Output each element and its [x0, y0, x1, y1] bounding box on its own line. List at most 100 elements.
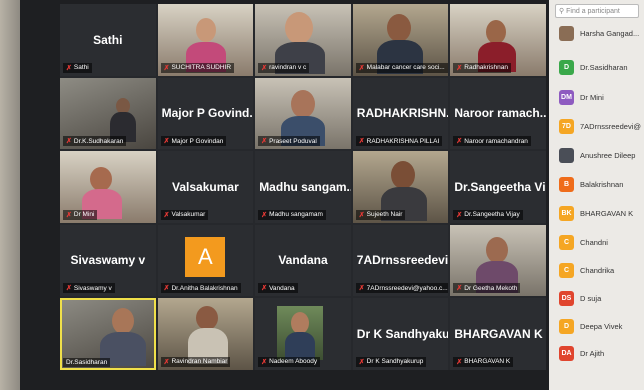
- participant-display-name: BHARGAVAN K: [454, 327, 543, 342]
- mic-muted-icon: ✗: [261, 285, 268, 293]
- video-tile[interactable]: A ✗ Dr.Anitha Balakrishnan: [157, 224, 254, 297]
- participant-name: D suja: [580, 294, 602, 303]
- name-tag: ✗ Dr K Sandhyakurup: [355, 356, 427, 367]
- mic-muted-icon: ✗: [66, 211, 72, 219]
- video-tile[interactable]: Vandana ✗ Vandana: [255, 224, 351, 297]
- participant-display-name: 7ADrnssreedevi...: [356, 253, 449, 268]
- participant-name: Harsha Gangad...: [580, 29, 640, 38]
- name-tag: ✗ Madhu sangamam: [258, 209, 326, 220]
- video-tile[interactable]: ✗ SUCHITRA SUDHIR: [157, 4, 254, 76]
- mic-muted-icon: ✗: [261, 358, 268, 366]
- avatar: [559, 148, 574, 163]
- video-tile[interactable]: Naroor ramach... ✗ Naroor ramachandran: [450, 77, 546, 150]
- participant-video: [486, 236, 509, 263]
- video-tile[interactable]: Major P Govind... ✗ Major P Govindan: [157, 77, 254, 150]
- participant-list-item[interactable]: BK BHARGAVAN K: [559, 206, 633, 221]
- name-tag-label: BHARGAVAN K: [464, 358, 511, 366]
- video-tile[interactable]: ✗ Ravindran Nambiar: [157, 298, 254, 370]
- mic-muted-icon: ✗: [163, 138, 170, 146]
- video-tile[interactable]: ✗ Radhakrishnan: [450, 4, 546, 76]
- mic-muted-icon: ✗: [358, 64, 365, 72]
- participant-search-input[interactable]: ⚲ Find a participant: [555, 4, 639, 18]
- mic-muted-icon: ✗: [261, 211, 268, 219]
- name-tag-label: Sathi: [73, 64, 89, 72]
- video-tile-active-speaker[interactable]: Dr.Sasidharan: [60, 298, 156, 370]
- name-tag-label: RADHAKRISHNA PILLAI: [366, 137, 440, 145]
- avatar: [559, 26, 574, 41]
- name-tag-label: Madhu sangamam: [269, 211, 323, 219]
- avatar: D: [559, 60, 574, 75]
- mic-muted-icon: ✗: [66, 138, 72, 146]
- mic-muted-icon: ✗: [163, 358, 170, 366]
- name-tag: ✗ Sathi: [63, 62, 92, 73]
- participant-name: Dr Mini: [580, 93, 604, 102]
- participant-display-name: Valsakumar: [172, 179, 239, 194]
- participant-list-item[interactable]: D Dr.Sasidharan: [559, 60, 628, 75]
- video-tile[interactable]: Valsakumar ✗ Valsakumar: [157, 151, 254, 223]
- participant-list-item[interactable]: DS D suja: [559, 291, 601, 306]
- participant-list-item[interactable]: Harsha Gangad...: [559, 26, 639, 41]
- participant-list-item[interactable]: C Chandrika: [559, 263, 614, 278]
- mic-muted-icon: ✗: [358, 358, 365, 366]
- video-tile[interactable]: ✗ Dr.K.Sudhakaran: [60, 77, 156, 150]
- participant-list-item[interactable]: Anushree Dileep: [559, 148, 635, 163]
- video-tile[interactable]: 7ADrnssreedevi... ✗ 7ADrnssreedevi@yahoo.…: [352, 224, 449, 297]
- name-tag: ✗ Vandana: [258, 283, 298, 294]
- video-tile[interactable]: ✗ ravindran v c: [255, 4, 351, 76]
- participant-list-item[interactable]: DA Dr Ajith: [559, 346, 604, 361]
- participant-display-name: Dr.Sangeetha Vi...: [454, 179, 546, 194]
- video-tile[interactable]: Dr K Sandhyaku... ✗Dr K Sandhyakurup: [352, 298, 449, 370]
- name-tag: ✗ Sivaswamy v: [63, 283, 115, 294]
- participant-display-name: Madhu sangam...: [259, 179, 351, 194]
- name-tag: ✗ Dr Mini: [63, 209, 98, 220]
- name-tag: ✗ Dr.K.Sudhakaran: [63, 136, 127, 147]
- participant-name: BHARGAVAN K: [580, 209, 634, 218]
- name-tag-label: Ravindran Nambiar: [171, 358, 228, 366]
- name-tag-label: Naroor ramachandran: [464, 137, 528, 145]
- avatar: D: [559, 319, 574, 334]
- video-tile[interactable]: Sivaswamy v ✗ Sivaswamy v: [60, 224, 156, 297]
- name-tag: ✗ Dr Geetha Mekoth: [453, 283, 521, 294]
- name-tag-label: Major P Govindan: [171, 137, 224, 145]
- name-tag: ✗ Sujeeth Nair: [355, 209, 406, 220]
- participant-name: Dr.Sasidharan: [580, 63, 628, 72]
- video-tile[interactable]: Madhu sangam... ✗ Madhu sangamam: [255, 151, 351, 223]
- participant-avatar: A: [185, 236, 226, 277]
- video-tile[interactable]: Sathi ✗ Sathi: [60, 4, 156, 76]
- participant-list-item[interactable]: D Deepa Vivek: [559, 319, 622, 334]
- participant-list-item[interactable]: DM Dr Mini: [559, 90, 604, 105]
- video-tile[interactable]: ✗ Nadeem Aboody: [255, 298, 351, 370]
- participant-list-item[interactable]: 7D 7ADrnssreedevi@: [559, 119, 641, 134]
- video-tile[interactable]: RADHAKRISHN... ✗ RADHAKRISHNA PILLAI: [352, 77, 449, 150]
- name-tag-label: Dr K Sandhyakurup: [366, 358, 424, 366]
- video-tile[interactable]: ✗ Dr Geetha Mekoth: [450, 224, 546, 297]
- mic-muted-icon: ✗: [358, 211, 365, 219]
- participant-list-item[interactable]: B Balakrishnan: [559, 177, 623, 192]
- name-tag: ✗ Naroor ramachandran: [453, 136, 531, 147]
- participant-video: [90, 167, 112, 192]
- mic-muted-icon: ✗: [66, 64, 72, 72]
- video-tile[interactable]: ✗ Malabar cancer care soci...: [352, 4, 449, 76]
- name-tag-label: SUCHITRA SUDHIR: [171, 64, 232, 72]
- name-tag-label: Valsakumar: [171, 211, 206, 219]
- name-tag-label: Dr.Sasidharan: [66, 358, 108, 366]
- participant-name: 7ADrnssreedevi@: [580, 122, 641, 131]
- name-tag: ✗ Radhakrishnan: [453, 62, 511, 73]
- participant-video: [195, 306, 218, 331]
- name-tag: ✗ Praseet Poduval: [258, 136, 320, 147]
- search-icon: ⚲: [559, 8, 565, 15]
- video-tile[interactable]: ✗ Sujeeth Nair: [352, 151, 449, 223]
- video-tile[interactable]: Dr.Sangeetha Vi... ✗ Dr.Sangeetha Vijay: [450, 151, 546, 223]
- participant-list-item[interactable]: C Chandni: [559, 235, 608, 250]
- mic-muted-icon: ✗: [261, 138, 268, 146]
- search-placeholder: Find a participant: [566, 7, 620, 15]
- video-tile[interactable]: ✗ Dr Mini: [60, 151, 156, 223]
- video-tile[interactable]: BHARGAVAN K ✗ BHARGAVAN K: [450, 298, 546, 370]
- name-tag: ✗ SUCHITRA SUDHIR: [160, 62, 235, 73]
- name-tag-label: Nadeem Aboody: [269, 358, 318, 366]
- avatar: C: [559, 235, 574, 250]
- mic-muted-icon: ✗: [456, 64, 463, 72]
- mic-muted-icon: ✗: [261, 64, 268, 72]
- video-tile[interactable]: ✗ Praseet Poduval: [255, 77, 351, 150]
- avatar: 7D: [559, 119, 574, 134]
